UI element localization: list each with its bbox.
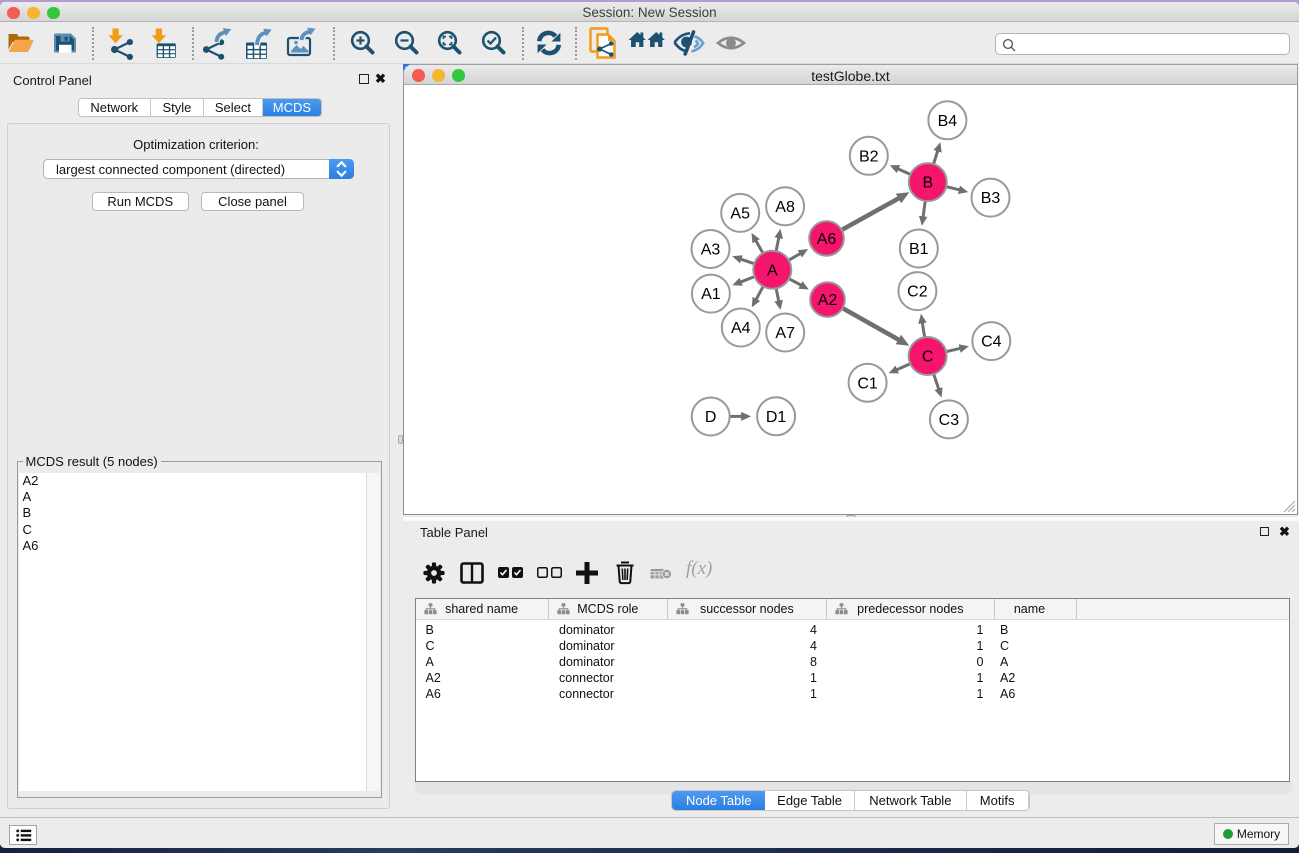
svg-text:C1: C1 [857,375,878,392]
svg-text:A2: A2 [818,292,838,309]
svg-text:A: A [767,262,778,279]
svg-text:D: D [705,409,717,426]
svg-text:B2: B2 [859,148,879,165]
svg-text:C4: C4 [981,334,1002,351]
svg-text:A8: A8 [775,199,795,216]
svg-text:A3: A3 [701,242,721,259]
svg-text:C2: C2 [907,284,928,301]
svg-text:D1: D1 [766,409,787,426]
svg-text:A7: A7 [775,325,795,342]
svg-text:B3: B3 [981,190,1001,207]
svg-text:B4: B4 [938,113,958,130]
svg-text:B: B [922,175,933,192]
svg-text:A5: A5 [730,206,750,223]
svg-text:B1: B1 [909,241,929,258]
svg-text:A4: A4 [731,320,751,337]
svg-text:C: C [922,349,934,366]
svg-text:A1: A1 [701,286,721,303]
svg-text:C3: C3 [939,412,960,429]
svg-text:A6: A6 [817,231,837,248]
